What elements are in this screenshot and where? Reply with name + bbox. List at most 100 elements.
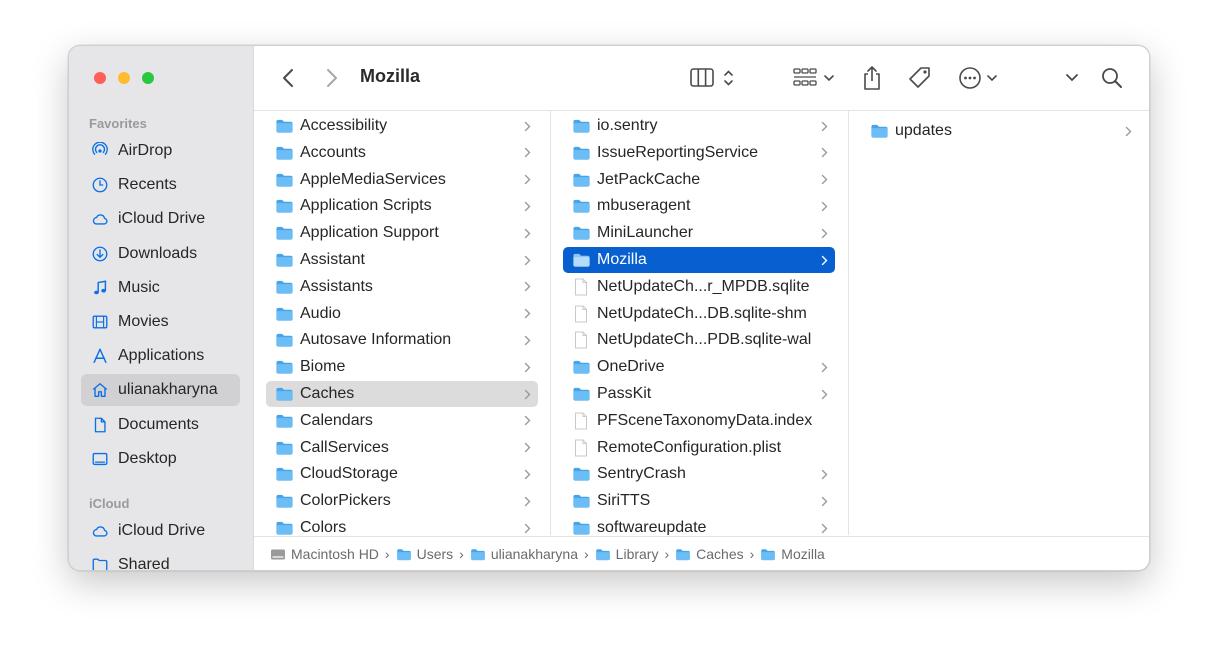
folder-row[interactable]: IssueReportingService xyxy=(563,140,835,166)
folder-row[interactable]: Biome xyxy=(266,354,538,380)
folder-row[interactable]: SiriTTS xyxy=(563,488,835,514)
path-separator-icon: › xyxy=(664,546,670,562)
folder-row[interactable]: MiniLauncher xyxy=(563,220,835,246)
folder-row[interactable]: AppleMediaServices xyxy=(266,167,538,193)
item-label: mbuseragent xyxy=(597,197,691,215)
folder-row[interactable]: PassKit xyxy=(563,381,835,407)
folder-row[interactable]: Mozilla xyxy=(563,247,835,273)
minimize-window-button[interactable] xyxy=(118,72,130,84)
sidebar-item-music[interactable]: Music xyxy=(81,272,240,304)
folder-icon xyxy=(571,224,591,242)
folder-row[interactable]: Application Scripts xyxy=(266,193,538,219)
folder-row[interactable]: Application Support xyxy=(266,220,538,246)
sidebar-item-icloud-drive[interactable]: iCloud Drive xyxy=(81,515,240,547)
chevron-right-icon xyxy=(522,493,532,509)
sidebar-item-shared[interactable]: Shared xyxy=(81,549,240,570)
folder-row[interactable]: ColorPickers xyxy=(266,488,538,514)
path-crumb[interactable]: Macintosh HD xyxy=(270,546,379,562)
folder-icon xyxy=(274,492,294,510)
search-button[interactable] xyxy=(1100,66,1124,90)
sidebar-section-icloud: iCloud xyxy=(89,496,130,511)
folder-row[interactable]: updates xyxy=(861,118,1139,144)
folder-row[interactable]: CloudStorage xyxy=(266,461,538,487)
folder-icon xyxy=(274,465,294,483)
folder-row[interactable]: SentryCrash xyxy=(563,461,835,487)
folder-row[interactable]: Colors xyxy=(266,515,538,535)
folder-row[interactable]: mbuseragent xyxy=(563,193,835,219)
sidebar: Favorites iCloud AirDrop Recents iCloud Dr… xyxy=(69,46,254,570)
file-row[interactable]: NetUpdateCh...r_MPDB.sqlite xyxy=(563,274,835,300)
more-actions-button[interactable] xyxy=(958,65,1004,91)
folder-row[interactable]: io.sentry xyxy=(563,113,835,139)
folder-row[interactable]: Calendars xyxy=(266,408,538,434)
sidebar-item-movies[interactable]: Movies xyxy=(81,306,240,338)
folder-row[interactable]: softwareupdate xyxy=(563,515,835,535)
sidebar-item-documents[interactable]: Documents xyxy=(81,409,240,441)
folder-icon xyxy=(396,547,412,561)
chevron-right-icon xyxy=(522,332,532,348)
tag-icon xyxy=(909,67,930,88)
path-crumb[interactable]: Mozilla xyxy=(760,546,825,562)
sidebar-item-label: Downloads xyxy=(118,244,198,262)
column-caches[interactable]: io.sentry IssueReportingService JetPackCac… xyxy=(551,111,849,535)
folder-row[interactable]: Autosave Information xyxy=(266,327,538,353)
sidebar-item-recents[interactable]: Recents xyxy=(81,169,240,201)
toolbar: Mozilla xyxy=(254,46,1149,111)
folder-icon xyxy=(571,385,591,403)
sidebar-item-downloads[interactable]: Downloads xyxy=(81,238,240,270)
path-crumb[interactable]: ulianakharyna xyxy=(470,546,578,562)
zoom-window-button[interactable] xyxy=(142,72,154,84)
ellipsis-circle-icon xyxy=(959,67,997,89)
chevron-down-icon xyxy=(1066,74,1078,82)
item-label: PassKit xyxy=(597,385,652,402)
folder-icon xyxy=(571,492,591,510)
view-mode-button[interactable] xyxy=(688,66,740,90)
group-button[interactable] xyxy=(792,66,840,90)
sidebar-options-button[interactable] xyxy=(1062,68,1082,88)
column-library[interactable]: Accessibility Accounts AppleMediaServices A… xyxy=(254,111,551,535)
folder-icon xyxy=(571,117,591,135)
folder-row[interactable]: Assistants xyxy=(266,274,538,300)
tag-button[interactable] xyxy=(906,64,934,92)
chevron-right-icon xyxy=(819,145,829,161)
sidebar-item-applications[interactable]: Applications xyxy=(81,340,240,372)
folder-row[interactable]: Caches xyxy=(266,381,538,407)
file-row[interactable]: PFSceneTaxonomyData.index xyxy=(563,408,835,434)
folder-row[interactable]: Assistant xyxy=(266,247,538,273)
path-crumb[interactable]: Users xyxy=(396,546,453,562)
file-row[interactable]: NetUpdateCh...DB.sqlite-shm xyxy=(563,301,835,327)
folder-row[interactable]: OneDrive xyxy=(563,354,835,380)
sidebar-item-desktop[interactable]: Desktop xyxy=(81,443,240,475)
folder-row[interactable]: Accounts xyxy=(266,140,538,166)
chevron-right-icon xyxy=(819,359,829,375)
share-button[interactable] xyxy=(860,64,884,92)
sidebar-item-ulianakharyna[interactable]: ulianakharyna xyxy=(81,374,240,407)
forward-button[interactable] xyxy=(322,66,342,90)
file-row[interactable]: RemoteConfiguration.plist xyxy=(563,435,835,461)
item-label: Application Scripts xyxy=(300,197,432,215)
item-label: softwareupdate xyxy=(597,519,707,535)
column-mozilla[interactable]: updates xyxy=(849,111,1149,535)
item-label: RemoteConfiguration.plist xyxy=(597,438,782,456)
path-crumb-label: ulianakharyna xyxy=(490,546,578,562)
item-label: CallServices xyxy=(300,438,389,456)
folder-row[interactable]: JetPackCache xyxy=(563,167,835,193)
folder-row[interactable]: Audio xyxy=(266,301,538,327)
path-crumb[interactable]: Library xyxy=(595,546,658,562)
back-button[interactable] xyxy=(278,66,298,90)
path-crumb[interactable]: Caches xyxy=(675,546,744,562)
item-label: Application Support xyxy=(300,224,439,242)
file-row[interactable]: NetUpdateCh...PDB.sqlite-wal xyxy=(563,327,835,353)
close-window-button[interactable] xyxy=(94,72,106,84)
sidebar-item-icloud-drive[interactable]: iCloud Drive xyxy=(81,203,240,235)
folder-row[interactable]: Accessibility xyxy=(266,113,538,139)
file-icon xyxy=(571,412,591,430)
chevron-right-icon xyxy=(819,225,829,241)
chevron-left-icon xyxy=(283,69,293,87)
chevron-right-icon xyxy=(522,413,532,429)
item-label: Assistant xyxy=(300,251,365,268)
folder-icon xyxy=(675,547,691,561)
sidebar-item-airdrop[interactable]: AirDrop xyxy=(81,135,240,167)
folder-row[interactable]: CallServices xyxy=(266,435,538,461)
chevron-right-icon xyxy=(819,386,829,402)
